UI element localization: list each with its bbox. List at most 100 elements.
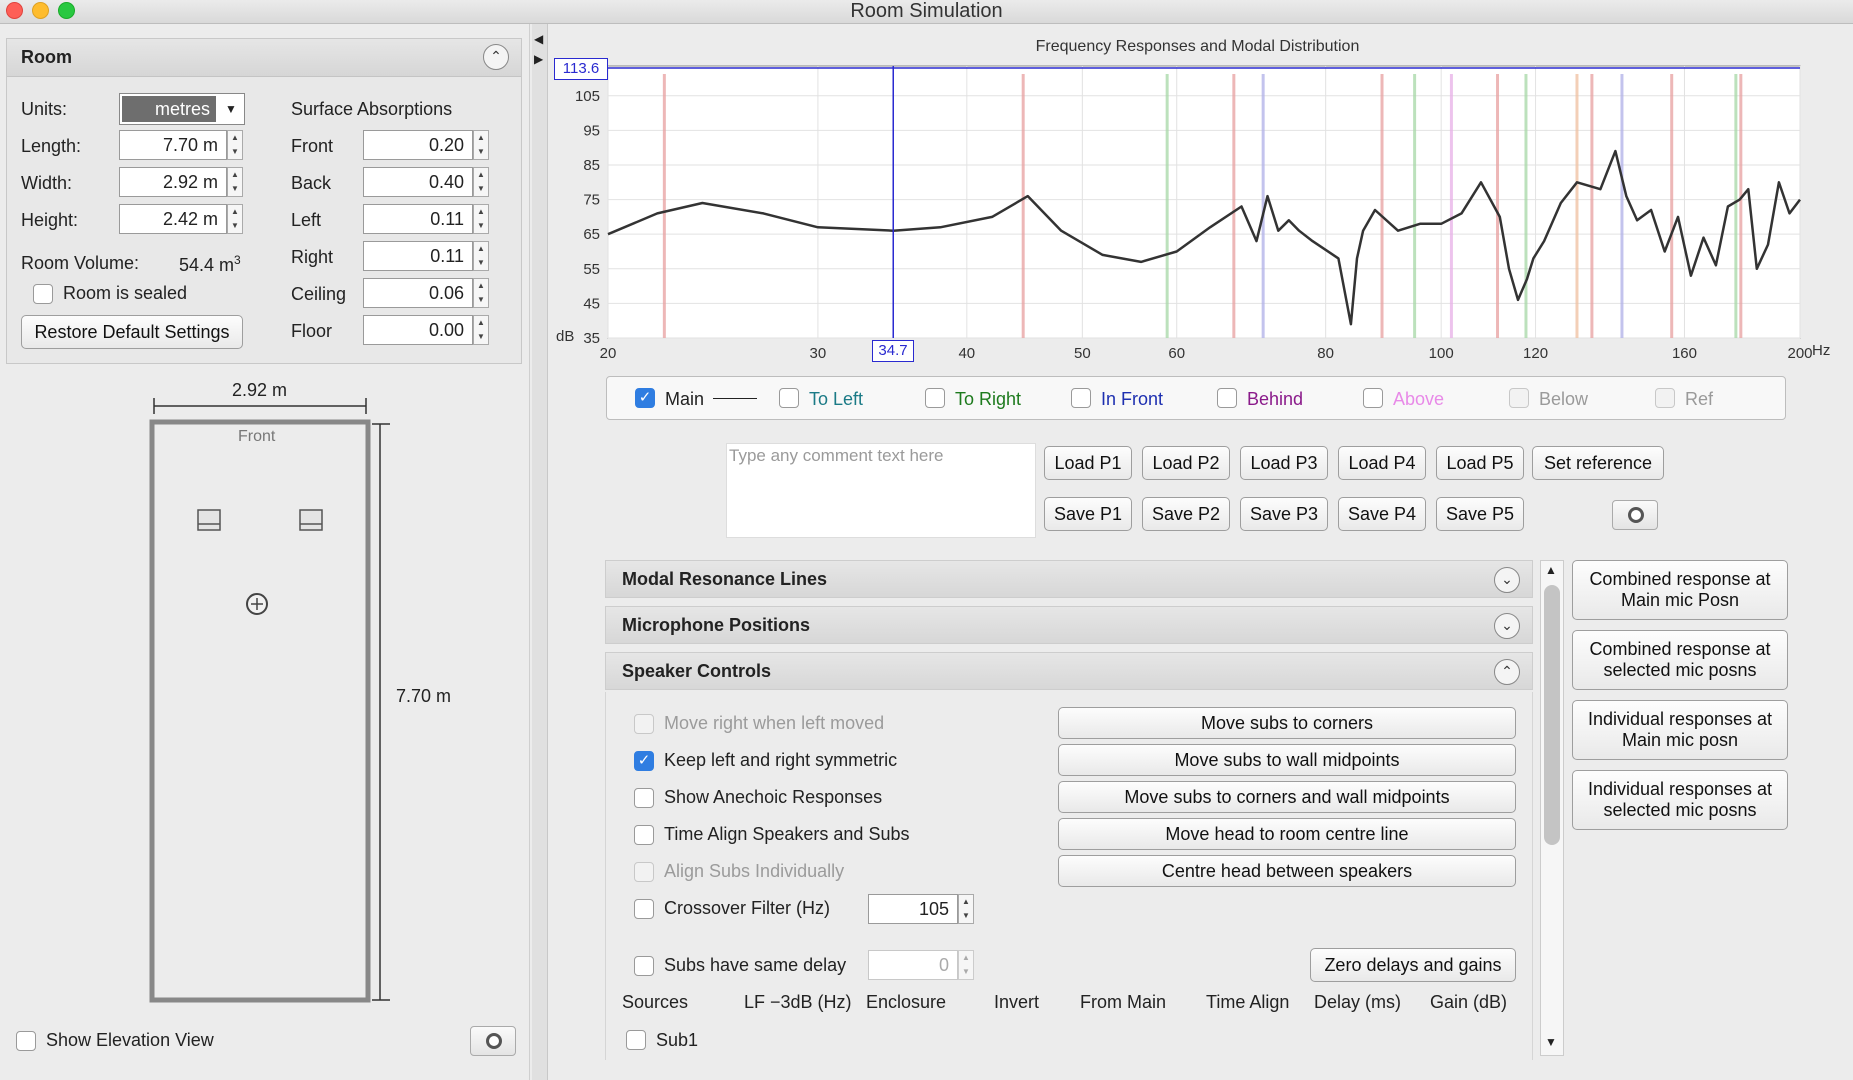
legend-checkbox [1655, 388, 1675, 408]
legend-label: Main [665, 389, 705, 409]
speaker-action-button[interactable]: Move subs to wall midpoints [1058, 744, 1516, 776]
restore-default-settings-button[interactable]: Restore Default Settings [21, 315, 243, 349]
subs-delay-field: 0 [868, 950, 958, 980]
units-label: Units: [21, 99, 68, 119]
subs-same-delay-checkbox[interactable] [634, 956, 654, 976]
set-reference-button[interactable]: Set reference [1532, 446, 1664, 480]
frequency-response-chart[interactable]: 35 45 55 65 75 85 95 105 20 30 40 50 60 80 100 120 160 20… [530, 50, 1853, 364]
response-mode-button[interactable]: Individual responses at selected mic posn… [1572, 770, 1788, 830]
load-preset-button[interactable]: Load P5 [1436, 446, 1524, 480]
legend-label: To Left [809, 389, 864, 409]
legend-checkbox[interactable] [925, 388, 945, 408]
show-elevation-checkbox[interactable] [16, 1031, 36, 1051]
height-stepper[interactable]: ▲ ▼ [227, 204, 243, 234]
speaker-option-checkbox[interactable] [634, 788, 654, 808]
speaker-option-label: Align Subs Individually [664, 861, 845, 881]
left-speaker-icon[interactable] [197, 509, 221, 531]
window-title: Room Simulation [850, 0, 1003, 22]
save-preset-button[interactable]: Save P1 [1044, 497, 1132, 531]
scroll-up-icon[interactable]: ▲ [1545, 563, 1557, 577]
y-tick-label: 85 [583, 157, 600, 174]
response-mode-button[interactable]: Individual responses at Main mic posn [1572, 700, 1788, 760]
height-field[interactable]: 2.42 m [119, 204, 227, 234]
length-field[interactable]: 7.70 m [119, 130, 227, 160]
chart-snapshot-button[interactable] [1612, 500, 1658, 530]
speaker-action-button[interactable]: Centre head between speakers [1058, 855, 1516, 887]
save-preset-button[interactable]: Save P3 [1240, 497, 1328, 531]
comment-textarea[interactable]: Type any comment text here [726, 443, 1036, 538]
source-column-header: LF −3dB (Hz) [744, 992, 852, 1012]
chevron-down-icon: ▼ [225, 102, 237, 116]
expand-icon[interactable]: ⌄ [1494, 613, 1520, 639]
response-mode-button[interactable]: Combined response at selected mic posns [1572, 630, 1788, 690]
legend-checkbox[interactable] [1217, 388, 1237, 408]
speaker-option-checkbox[interactable] [634, 825, 654, 845]
x-tick-label: 40 [958, 345, 975, 362]
response-mode-button[interactable]: Combined response at Main mic Posn [1572, 560, 1788, 620]
room-panel-header[interactable]: Room ⌃ [7, 39, 521, 77]
absorption-stepper[interactable]: ▲ ▼ [473, 278, 489, 308]
room-sealed-checkbox[interactable] [33, 284, 53, 304]
snapshot-button[interactable] [470, 1026, 516, 1056]
width-stepper[interactable]: ▲ ▼ [227, 167, 243, 197]
load-preset-button[interactable]: Load P3 [1240, 446, 1328, 480]
speaker-controls-section[interactable]: Speaker Controls ⌃ [605, 652, 1533, 690]
speaker-option-checkbox[interactable]: ✓ [634, 751, 654, 771]
crossover-stepper[interactable]: ▲ ▼ [958, 894, 974, 924]
room-plan-view [149, 398, 390, 1003]
subs-same-delay-label: Subs have same delay [664, 955, 847, 975]
crossover-frequency-field[interactable]: 105 [868, 894, 958, 924]
speaker-action-button[interactable]: Move subs to corners and wall midpoints [1058, 781, 1516, 813]
length-label: Length: [21, 136, 82, 156]
microphone-positions-section[interactable]: Microphone Positions ⌄ [605, 606, 1533, 644]
legend-checkbox[interactable]: ✓ [635, 388, 655, 408]
absorption-stepper[interactable]: ▲ ▼ [473, 204, 489, 234]
absorption-field[interactable]: 0.00 [363, 315, 473, 345]
absorption-stepper[interactable]: ▲ ▼ [473, 315, 489, 345]
load-preset-button[interactable]: Load P4 [1338, 446, 1426, 480]
surface-absorptions-header: Surface Absorptions [291, 99, 453, 119]
right-speaker-icon[interactable] [299, 509, 323, 531]
load-preset-button[interactable]: Load P2 [1142, 446, 1230, 480]
absorption-field[interactable]: 0.11 [363, 241, 473, 271]
scroll-down-icon[interactable]: ▼ [1545, 1035, 1557, 1049]
legend-checkbox[interactable] [779, 388, 799, 408]
modal-resonance-lines-section[interactable]: Modal Resonance Lines ⌄ [605, 560, 1533, 598]
absorption-field[interactable]: 0.20 [363, 130, 473, 160]
surface-label: Left [291, 210, 322, 230]
scroll-thumb[interactable] [1544, 585, 1560, 845]
speaker-action-button[interactable]: Move subs to corners [1058, 707, 1516, 739]
button-line: Combined response at [1589, 639, 1771, 659]
save-preset-button[interactable]: Save P2 [1142, 497, 1230, 531]
absorption-field[interactable]: 0.11 [363, 204, 473, 234]
save-preset-button[interactable]: Save P5 [1436, 497, 1524, 531]
length-stepper[interactable]: ▲ ▼ [227, 130, 243, 160]
legend-checkbox[interactable] [1071, 388, 1091, 408]
sub1-checkbox[interactable] [626, 1030, 646, 1050]
speaker-action-button[interactable]: Move head to room centre line [1058, 818, 1516, 850]
speaker-option-checkbox[interactable] [634, 899, 654, 919]
x-tick-label: 200 [1787, 345, 1812, 362]
load-preset-button[interactable]: Load P1 [1044, 446, 1132, 480]
width-label: Width: [21, 173, 73, 193]
expand-icon[interactable]: ⌄ [1494, 567, 1520, 593]
collapse-icon[interactable]: ⌃ [483, 44, 509, 70]
absorption-stepper[interactable]: ▲ ▼ [473, 130, 489, 160]
room-outline[interactable] [149, 419, 371, 1003]
speaker-panel-scrollbar[interactable]: ▲ ▼ [1540, 560, 1564, 1056]
collapse-icon[interactable]: ⌃ [1494, 659, 1520, 685]
absorption-field[interactable]: 0.40 [363, 167, 473, 197]
width-field[interactable]: 2.92 m [119, 167, 227, 197]
absorption-stepper[interactable]: ▲ ▼ [473, 241, 489, 271]
speaker-option-checkbox [634, 714, 654, 734]
cursor-frequency-readout: 34.7 [872, 340, 914, 362]
zero-delays-gains-button[interactable]: Zero delays and gains [1310, 948, 1516, 982]
units-select[interactable]: metres ▼ [119, 93, 245, 125]
y-tick-label: 105 [575, 88, 600, 105]
absorption-stepper[interactable]: ▲ ▼ [473, 167, 489, 197]
legend-checkbox[interactable] [1363, 388, 1383, 408]
absorption-field[interactable]: 0.06 [363, 278, 473, 308]
collapse-left-icon[interactable]: ◀ [534, 32, 543, 46]
save-preset-button[interactable]: Save P4 [1338, 497, 1426, 531]
y-tick-label: 75 [583, 192, 600, 209]
